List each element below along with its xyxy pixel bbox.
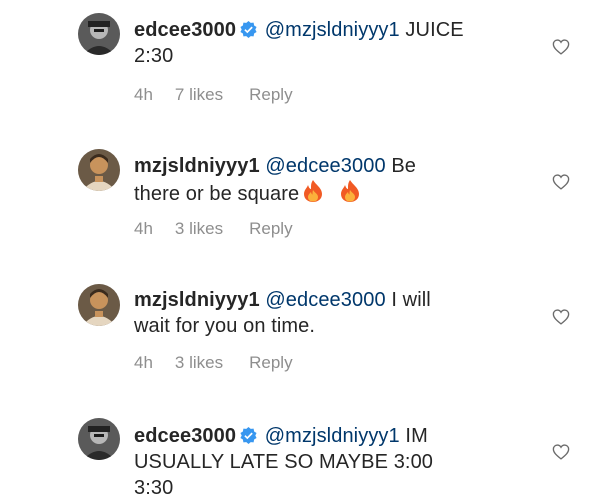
avatar[interactable]: [78, 284, 120, 326]
comment-meta: 4h 3 likes Reply: [134, 219, 315, 239]
comment-body-continued: wait for you on time.: [134, 315, 316, 337]
likes-count[interactable]: 3 likes: [175, 219, 223, 238]
comment-username[interactable]: edcee3000: [134, 425, 236, 447]
avatar[interactable]: [78, 149, 120, 191]
mention-link[interactable]: @mzjsldniyyy1: [265, 19, 400, 41]
comment-meta: 4h 7 likes Reply: [134, 85, 315, 105]
comment-body-continued: 2:30: [134, 45, 174, 67]
mention-link[interactable]: @edcee3000: [265, 155, 385, 177]
avatar[interactable]: [78, 418, 120, 460]
heart-outline-icon[interactable]: [552, 444, 570, 460]
comment-text: mzjsldniyyy1 @edcee3000 I will wait for …: [134, 287, 534, 339]
comment-time: 4h: [134, 85, 153, 104]
comment-time: 4h: [134, 219, 153, 238]
user-avatar-icon: [78, 418, 120, 460]
avatar[interactable]: [78, 13, 120, 55]
comment-text: edcee3000 @mzjsldniyyy1 JUICE 2:30: [134, 17, 534, 69]
comment-username[interactable]: mzjsldniyyy1: [134, 155, 260, 177]
likes-count[interactable]: 3 likes: [175, 353, 223, 372]
comment-body: Be: [391, 155, 417, 177]
user-avatar-icon: [78, 149, 120, 191]
heart-outline-icon[interactable]: [552, 309, 570, 325]
comment-body-continued: there or be square: [134, 183, 300, 205]
comment-text: edcee3000 @mzjsldniyyy1 IM USUALLY LATE …: [134, 423, 534, 501]
comment-username[interactable]: mzjsldniyyy1: [134, 289, 260, 311]
reply-button[interactable]: Reply: [249, 219, 292, 238]
heart-outline-icon[interactable]: [552, 174, 570, 190]
comment-body: I will: [391, 289, 431, 311]
comment-body: JUICE: [405, 19, 464, 41]
fire-emoji: [341, 180, 360, 202]
comment-text: mzjsldniyyy1 @edcee3000 Be there or be s…: [134, 153, 534, 207]
reply-button[interactable]: Reply: [249, 85, 292, 104]
user-avatar-icon: [78, 13, 120, 55]
mention-link[interactable]: @mzjsldniyyy1: [265, 425, 400, 447]
reply-button[interactable]: Reply: [249, 353, 292, 372]
fire-emoji: [304, 180, 323, 202]
heart-outline-icon[interactable]: [552, 39, 570, 55]
comment-time: 4h: [134, 353, 153, 372]
comment-username[interactable]: edcee3000: [134, 19, 236, 41]
verified-badge-icon: [240, 427, 257, 444]
likes-count[interactable]: 7 likes: [175, 85, 223, 104]
comment-body-continued: USUALLY LATE SO MAYBE 3:00: [134, 451, 434, 473]
user-avatar-icon: [78, 284, 120, 326]
comment-meta: 4h 3 likes Reply: [134, 353, 315, 373]
comment-body: IM: [405, 425, 428, 447]
mention-link[interactable]: @edcee3000: [265, 289, 385, 311]
verified-badge-icon: [240, 21, 257, 38]
comment-body-continued-2: 3:30: [134, 477, 174, 499]
